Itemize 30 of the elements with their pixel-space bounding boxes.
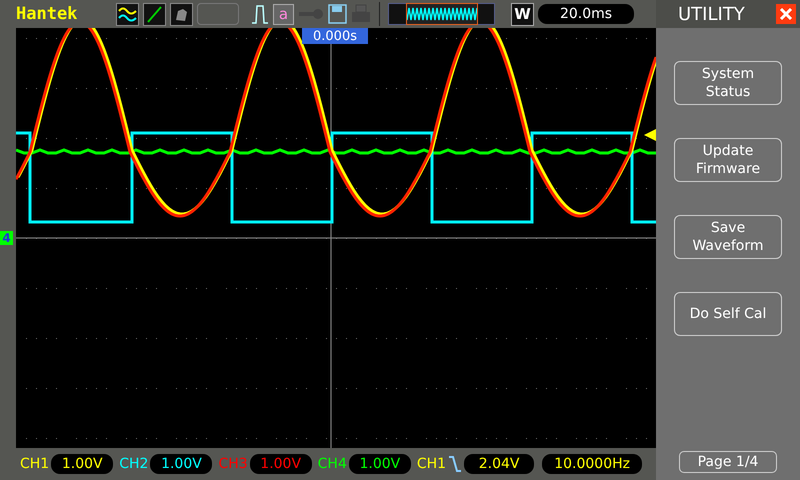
trigger-level: 2.04V xyxy=(464,454,534,474)
status-box xyxy=(197,3,239,25)
pulse-icon[interactable] xyxy=(251,4,269,24)
channel-scale: 1.00V xyxy=(348,454,411,474)
channel-label: CH2 xyxy=(119,456,148,472)
menu-button[interactable]: Update Firmware xyxy=(674,138,782,182)
save-icon[interactable] xyxy=(328,4,347,24)
frequency-readout: 10.0000Hz xyxy=(542,454,642,474)
page-button[interactable]: Page 1/4 xyxy=(679,451,777,473)
math-label[interactable]: a xyxy=(273,4,294,24)
channel-label: CH4 xyxy=(318,456,347,472)
menu-button[interactable]: Save Waveform xyxy=(674,215,782,259)
trigger-source: CH1 xyxy=(416,456,446,472)
timebase-readout: 20.0ms xyxy=(538,4,634,24)
brand-logo: Hantek xyxy=(16,4,78,24)
channel-label: CH1 xyxy=(20,456,50,472)
mode-label: W xyxy=(511,2,534,26)
time-offset-marker[interactable]: 0.000s xyxy=(302,28,368,44)
falling-edge-icon xyxy=(448,455,462,473)
channel-label: CH3 xyxy=(218,456,248,472)
menu-button[interactable]: Do Self Cal xyxy=(674,292,782,336)
waveform-icon[interactable] xyxy=(116,2,139,26)
close-button[interactable] xyxy=(776,4,796,24)
menu-button[interactable]: System Status xyxy=(674,61,782,105)
menu-title: UTILITY xyxy=(678,4,745,24)
channel-scale: 1.00V xyxy=(250,454,312,474)
trigger-level-marker[interactable] xyxy=(644,129,656,141)
channel-scale: 1.00V xyxy=(51,454,114,474)
channel-scale: 1.00V xyxy=(150,454,212,474)
channel-marker[interactable]: 4 xyxy=(0,231,13,245)
